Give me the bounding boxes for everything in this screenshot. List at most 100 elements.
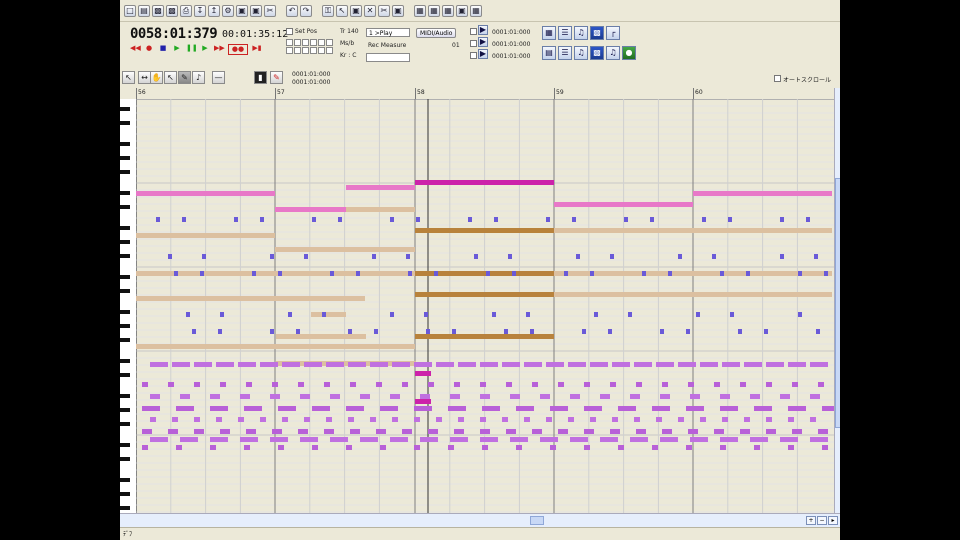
black-key[interactable]: [120, 310, 130, 314]
midi-note[interactable]: [156, 217, 160, 222]
midi-note[interactable]: [798, 312, 802, 317]
midi-note[interactable]: [346, 406, 364, 411]
midi-note[interactable]: [584, 445, 590, 450]
midi-note[interactable]: [540, 394, 550, 399]
midi-note[interactable]: [210, 445, 216, 450]
midi-note[interactable]: [480, 362, 498, 367]
midi-note[interactable]: [414, 417, 420, 422]
midi-note[interactable]: [524, 362, 542, 367]
marker-3-icon[interactable]: ▶: [478, 49, 488, 59]
black-key[interactable]: [120, 359, 130, 363]
midi-note[interactable]: [468, 217, 472, 222]
midi-note[interactable]: [338, 217, 342, 222]
midi-note[interactable]: [600, 394, 610, 399]
midi-note[interactable]: [510, 394, 520, 399]
view-list-icon[interactable]: ☰: [558, 26, 572, 40]
midi-note[interactable]: [788, 406, 806, 411]
set-pos-checkbox[interactable]: [286, 28, 293, 35]
midi-note[interactable]: [424, 312, 428, 317]
midi-note[interactable]: [764, 329, 768, 334]
midi-note[interactable]: [322, 312, 326, 317]
midi-note[interactable]: [312, 217, 316, 222]
copy-icon[interactable]: ▣: [236, 4, 248, 17]
horizontal-scroll-thumb[interactable]: [530, 516, 544, 525]
midi-note[interactable]: [504, 329, 508, 334]
midi-note[interactable]: [300, 394, 310, 399]
midi-note[interactable]: [454, 429, 464, 434]
midi-note[interactable]: [558, 429, 568, 434]
import-icon[interactable]: ↧: [194, 4, 206, 17]
auto-scroll-checkbox[interactable]: [774, 75, 781, 82]
midi-note[interactable]: [192, 329, 196, 334]
print-icon[interactable]: ⎙: [180, 4, 192, 17]
midi-note[interactable]: [356, 271, 360, 276]
midi-note[interactable]: [696, 312, 700, 317]
midi-note[interactable]: [652, 406, 670, 411]
midi-note[interactable]: [172, 362, 190, 367]
midi-note[interactable]: [788, 445, 794, 450]
midi-note[interactable]: [512, 271, 516, 276]
midi-note[interactable]: [420, 437, 438, 442]
midi-note[interactable]: [576, 254, 580, 259]
midi-note[interactable]: [810, 394, 820, 399]
midi-note[interactable]: [216, 362, 234, 367]
midi-note[interactable]: [780, 437, 798, 442]
midi-note[interactable]: [275, 247, 415, 252]
midi-note[interactable]: [168, 382, 174, 387]
midi-note[interactable]: [300, 437, 318, 442]
edit-piano-icon[interactable]: ▮: [254, 71, 267, 84]
black-key[interactable]: [120, 408, 130, 412]
midi-note[interactable]: [330, 394, 340, 399]
midi-note[interactable]: [246, 429, 256, 434]
copy2-icon[interactable]: ▣: [350, 4, 362, 17]
midi-note[interactable]: [582, 329, 586, 334]
midi-note[interactable]: [415, 228, 554, 233]
view-window-icon[interactable]: ▩: [590, 46, 604, 60]
midi-note[interactable]: [510, 437, 528, 442]
midi-note[interactable]: [348, 329, 352, 334]
midi-note[interactable]: [766, 382, 772, 387]
black-key[interactable]: [120, 394, 130, 398]
midi-note[interactable]: [380, 445, 386, 450]
midi-note[interactable]: [634, 417, 640, 422]
open-icon[interactable]: ▤: [138, 4, 150, 17]
midi-note[interactable]: [744, 362, 762, 367]
midi-note[interactable]: [678, 362, 696, 367]
midi-note[interactable]: [688, 382, 694, 387]
midi-note[interactable]: [480, 417, 486, 422]
black-key[interactable]: [120, 443, 130, 447]
midi-note[interactable]: [550, 406, 568, 411]
midi-note[interactable]: [150, 437, 168, 442]
midi-note[interactable]: [590, 362, 608, 367]
midi-note[interactable]: [818, 382, 824, 387]
midi-note[interactable]: [180, 394, 190, 399]
midi-note[interactable]: [142, 445, 148, 450]
midi-note[interactable]: [330, 271, 334, 276]
midi-note[interactable]: [360, 437, 378, 442]
midi-note[interactable]: [450, 394, 460, 399]
midi-note[interactable]: [390, 437, 408, 442]
midi-note[interactable]: [448, 406, 466, 411]
midi-note[interactable]: [766, 417, 772, 422]
midi-note[interactable]: [186, 312, 190, 317]
view-plugin-icon[interactable]: ●: [622, 46, 636, 60]
midi-note[interactable]: [220, 429, 230, 434]
midi-note[interactable]: [502, 362, 520, 367]
midi-note[interactable]: [298, 429, 308, 434]
midi-note[interactable]: [816, 329, 820, 334]
midi-note[interactable]: [720, 445, 726, 450]
midi-note[interactable]: [482, 406, 500, 411]
midi-note[interactable]: [304, 417, 310, 422]
midi-note[interactable]: [304, 254, 308, 259]
midi-note[interactable]: [546, 217, 550, 222]
midi-note[interactable]: [372, 254, 376, 259]
view-monitor-icon[interactable]: ▩: [590, 26, 604, 40]
view-mixer-icon[interactable]: ▤: [542, 46, 556, 60]
midi-note[interactable]: [454, 382, 460, 387]
midi-note[interactable]: [416, 217, 420, 222]
midi-note[interactable]: [278, 445, 284, 450]
midi-note[interactable]: [202, 254, 206, 259]
marker-checkbox-1[interactable]: [470, 28, 477, 35]
midi-note[interactable]: [272, 429, 282, 434]
midi-note[interactable]: [693, 271, 832, 276]
